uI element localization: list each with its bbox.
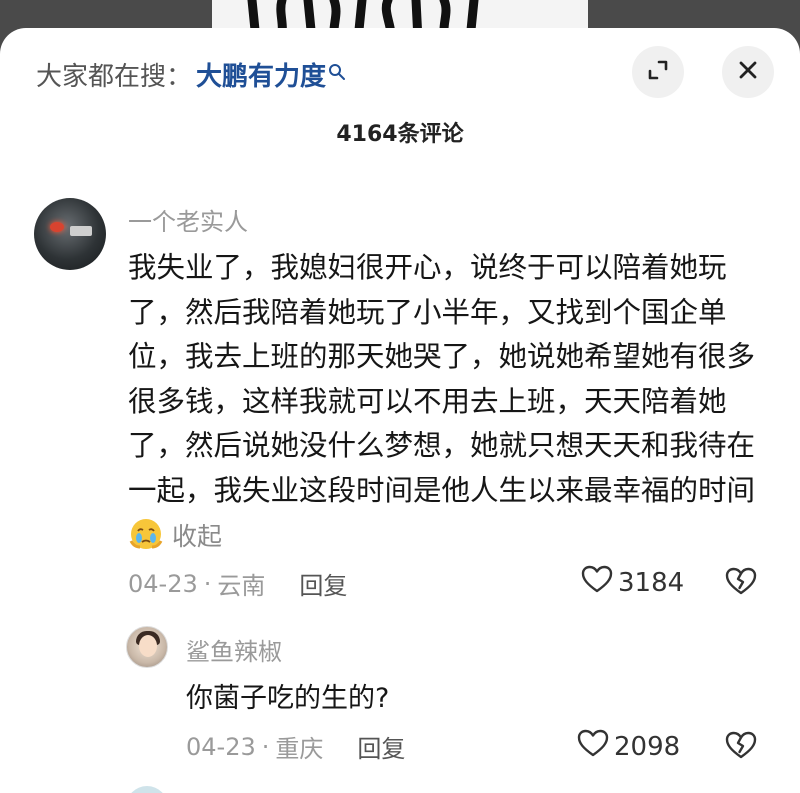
- comment-body: 我失业了，我媳妇很开心，说终于可以陪着她玩了，然后我陪着她玩了小半年，又找到个国…: [128, 246, 758, 559]
- comment-count-title: 4164条评论: [336, 122, 464, 147]
- dislike-button[interactable]: [724, 566, 758, 600]
- like-count: 3184: [618, 567, 685, 598]
- avatar[interactable]: [34, 198, 106, 270]
- trending-search-term[interactable]: 大鹏有力度: [196, 56, 326, 93]
- reply-text: 你菌子吃的生的?: [186, 683, 390, 714]
- reply-username[interactable]: 鲨鱼辣椒: [186, 632, 282, 667]
- broken-heart-icon: [724, 567, 758, 600]
- comment-text: 我失业了，我媳妇很开心，说终于可以陪着她玩了，然后我陪着她玩了小半年，又找到个国…: [128, 251, 756, 507]
- search-icon: [328, 58, 346, 80]
- broken-heart-icon: [724, 731, 758, 764]
- trending-search-bar[interactable]: 大家都在搜： 大鹏有力度: [36, 54, 346, 94]
- expand-button[interactable]: [632, 46, 684, 98]
- close-button[interactable]: [722, 46, 774, 98]
- reply-date: 04-23: [186, 732, 256, 761]
- reply-like-count: 2098: [614, 731, 681, 762]
- crying-face-emoji-icon: [128, 517, 164, 551]
- reply-like-button[interactable]: 2098: [576, 728, 680, 765]
- comments-sheet: 大家都在搜： 大鹏有力度 4164条评论 一个老实人 我失业了，我媳妇很开心，说…: [0, 28, 800, 793]
- reply-meta: 04-23 · 重庆 回复: [186, 729, 405, 764]
- close-icon: [737, 59, 759, 85]
- reply-button[interactable]: 回复: [299, 566, 347, 601]
- reply-dislike-button[interactable]: [724, 730, 758, 764]
- expand-icon: [646, 58, 670, 86]
- collapse-link[interactable]: 收起: [172, 522, 222, 551]
- comment-meta: 04-23 · 云南 回复: [128, 566, 347, 601]
- trending-search-prefix: 大家都在搜：: [36, 61, 193, 92]
- separator-dot: ·: [261, 732, 270, 761]
- reply-location: 重庆: [275, 735, 324, 763]
- heart-icon: [576, 728, 614, 765]
- comment-location: 云南: [217, 572, 266, 600]
- comment-username[interactable]: 一个老实人: [128, 202, 248, 237]
- reply-reply-button[interactable]: 回复: [357, 729, 405, 764]
- next-comment-avatar[interactable]: [126, 786, 168, 793]
- reply-avatar[interactable]: [126, 626, 168, 668]
- like-button[interactable]: 3184: [580, 564, 684, 601]
- heart-icon: [580, 564, 618, 601]
- comment-date: 04-23: [128, 569, 198, 598]
- separator-dot: ·: [203, 569, 212, 598]
